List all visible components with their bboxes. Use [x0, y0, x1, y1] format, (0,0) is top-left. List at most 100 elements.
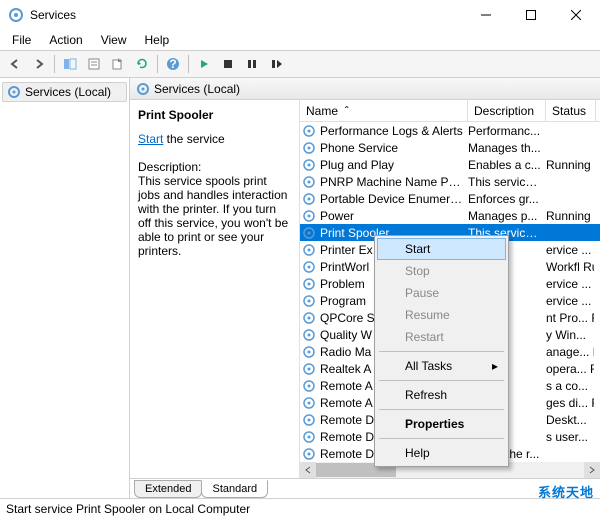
ctx-properties[interactable]: Properties [377, 413, 506, 435]
service-status: ervice ... [546, 243, 594, 257]
ctx-help[interactable]: Help [377, 442, 506, 464]
service-status: ervice ... [546, 277, 594, 291]
menu-file[interactable]: File [4, 31, 39, 49]
service-name: Portable Device Enumerator... [320, 192, 468, 206]
service-row[interactable]: PowerManages p...Running [300, 207, 600, 224]
service-desc: Manages th... [468, 141, 546, 155]
menu-bar: File Action View Help [0, 30, 600, 50]
services-icon [136, 82, 150, 96]
gear-icon [302, 396, 318, 410]
ctx-refresh[interactable]: Refresh [377, 384, 506, 406]
tree-pane: Services (Local) [0, 78, 130, 498]
context-menu: Start Stop Pause Resume Restart All Task… [374, 235, 509, 467]
service-name: Phone Service [320, 141, 468, 155]
tab-extended[interactable]: Extended [134, 480, 202, 498]
gear-icon [302, 209, 318, 223]
scroll-right-button[interactable] [584, 462, 600, 478]
list-header: Name ˆ Description Status [300, 100, 600, 122]
pause-service-button[interactable] [241, 53, 263, 75]
col-name[interactable]: Name ˆ [300, 100, 468, 121]
tree-root-label: Services (Local) [25, 85, 111, 99]
ctx-stop: Stop [377, 260, 506, 282]
start-service-button[interactable] [193, 53, 215, 75]
show-hide-tree-button[interactable] [59, 53, 81, 75]
service-name: Performance Logs & Alerts [320, 124, 468, 138]
gear-icon [302, 124, 318, 138]
start-service-line: Start the service [138, 132, 291, 146]
service-desc: Enables a c... [468, 158, 546, 172]
title-bar: Services [0, 0, 600, 30]
back-button[interactable] [4, 53, 26, 75]
svg-text:?: ? [169, 57, 176, 71]
menu-help[interactable]: Help [137, 31, 178, 49]
service-desc: Enforces gr... [468, 192, 546, 206]
gear-icon [302, 243, 318, 257]
scroll-left-button[interactable] [300, 462, 316, 478]
minimize-button[interactable] [463, 0, 508, 30]
service-status: ervice ... [546, 294, 594, 308]
close-button[interactable] [553, 0, 598, 30]
stop-service-button[interactable] [217, 53, 239, 75]
service-name: PNRP Machine Name Publi... [320, 175, 468, 189]
service-status: anage... Running [546, 345, 594, 359]
services-icon [7, 85, 21, 99]
pane-header-label: Services (Local) [154, 82, 240, 96]
service-row[interactable]: PNRP Machine Name Publi...This service .… [300, 173, 600, 190]
service-status: Workfl Running [546, 260, 594, 274]
refresh-button[interactable] [131, 53, 153, 75]
service-status: Running [546, 209, 594, 223]
status-bar: Start service Print Spooler on Local Com… [0, 499, 600, 519]
service-status: opera... Running [546, 362, 594, 376]
start-link[interactable]: Start [138, 132, 163, 146]
detail-pane: Print Spooler Start the service Descript… [130, 100, 300, 478]
menu-action[interactable]: Action [41, 31, 90, 49]
service-name: Plug and Play [320, 158, 468, 172]
service-row[interactable]: Phone ServiceManages th... [300, 139, 600, 156]
gear-icon [302, 141, 318, 155]
forward-button[interactable] [28, 53, 50, 75]
chevron-right-icon: ▸ [492, 359, 498, 373]
col-description[interactable]: Description [468, 100, 546, 121]
service-row[interactable]: Plug and PlayEnables a c...Running [300, 156, 600, 173]
service-status: ges di... Running [546, 396, 594, 410]
service-row[interactable]: Performance Logs & AlertsPerformanc... [300, 122, 600, 139]
service-status: nt Pro... Running [546, 311, 594, 325]
service-status: Deskt... [546, 413, 594, 427]
gear-icon [302, 226, 318, 240]
tab-standard[interactable]: Standard [201, 480, 268, 498]
pane-header: Services (Local) [130, 78, 600, 100]
gear-icon [302, 328, 318, 342]
help-button[interactable]: ? [162, 53, 184, 75]
service-row[interactable]: Portable Device Enumerator...Enforces gr… [300, 190, 600, 207]
ctx-pause: Pause [377, 282, 506, 304]
gear-icon [302, 379, 318, 393]
gear-icon [302, 260, 318, 274]
gear-icon [302, 430, 318, 444]
gear-icon [302, 413, 318, 427]
gear-icon [302, 362, 318, 376]
window-title: Services [30, 8, 463, 22]
menu-view[interactable]: View [93, 31, 135, 49]
restart-service-button[interactable] [265, 53, 287, 75]
gear-icon [302, 345, 318, 359]
gear-icon [302, 294, 318, 308]
ctx-start[interactable]: Start [377, 238, 506, 260]
app-icon [8, 7, 24, 23]
ctx-resume: Resume [377, 304, 506, 326]
sort-asc-icon: ˆ [345, 104, 349, 118]
gear-icon [302, 447, 318, 461]
ctx-restart: Restart [377, 326, 506, 348]
service-status: Running [546, 158, 594, 172]
tab-strip: Extended Standard [130, 478, 600, 498]
gear-icon [302, 277, 318, 291]
export-button[interactable] [107, 53, 129, 75]
selected-service-name: Print Spooler [138, 108, 291, 122]
col-status[interactable]: Status [546, 100, 596, 121]
gear-icon [302, 175, 318, 189]
ctx-all-tasks[interactable]: All Tasks▸ [377, 355, 506, 377]
watermark: 系统天地 [538, 482, 594, 501]
service-desc: Performanc... [468, 124, 546, 138]
properties-button[interactable] [83, 53, 105, 75]
maximize-button[interactable] [508, 0, 553, 30]
tree-root[interactable]: Services (Local) [2, 82, 127, 102]
